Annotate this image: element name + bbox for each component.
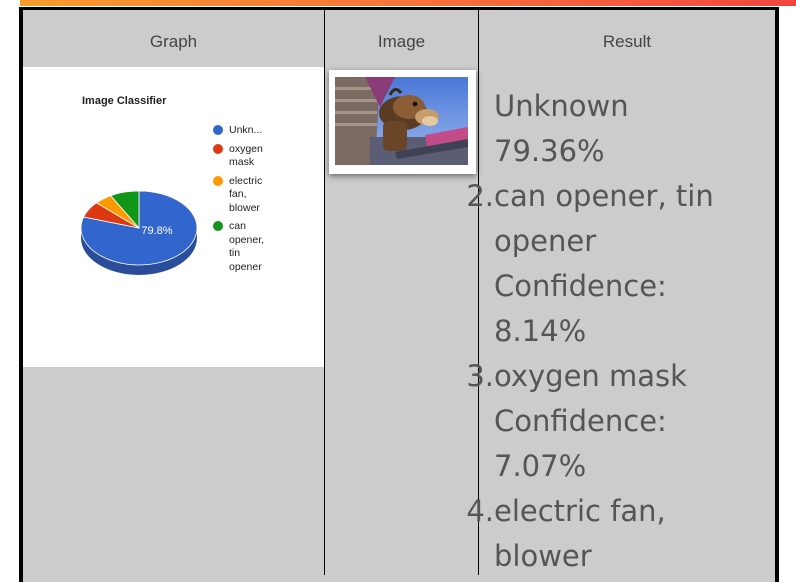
- result-line: electric fan,: [494, 494, 666, 528]
- header-image: Image: [377, 32, 426, 51]
- result-item: 4. electric fan, blower: [454, 489, 774, 579]
- legend-label: Unkn...: [229, 124, 263, 136]
- result-number: 4.: [466, 494, 494, 528]
- legend-item[interactable]: Unkn...: [213, 124, 283, 138]
- result-number: [454, 84, 494, 174]
- result-text: electric fan, blower: [494, 489, 666, 579]
- result-text: Unknown 79.36%: [494, 84, 629, 174]
- result-item: 3. oxygen mask Confidence: 7.07%: [454, 354, 774, 489]
- top-accent-bar: [20, 0, 796, 6]
- result-text: can opener, tin opener Confidence: 8.14%: [494, 174, 714, 354]
- legend-label: electric fan, blower: [229, 174, 263, 214]
- results-list: Unknown 79.36% 2. can opener, tin opener Conf…: [454, 84, 774, 579]
- result-line: can opener, tin: [494, 179, 714, 213]
- result-line: oxygen mask: [494, 359, 687, 393]
- result-line: Unknown: [494, 89, 629, 123]
- result-number: 3.: [466, 359, 494, 393]
- camel-photo-thumbnail: [335, 77, 468, 165]
- result-line: blower: [494, 539, 592, 573]
- result-line: 7.07%: [494, 449, 587, 483]
- result-line: 79.36%: [494, 134, 605, 168]
- legend-item[interactable]: electric fan, blower: [213, 175, 283, 216]
- legend-item[interactable]: oxygen mask: [213, 143, 283, 170]
- legend-swatch: [213, 221, 223, 231]
- result-line: Confidence:: [494, 269, 667, 303]
- header-result: Result: [602, 32, 652, 51]
- result-text: oxygen mask Confidence: 7.07%: [494, 354, 687, 489]
- header-graph: Graph: [149, 32, 198, 51]
- pie-chart-card: Image Classifier 79.8% Unkn... oxygen mas…: [23, 67, 324, 367]
- result-line: 8.14%: [494, 314, 587, 348]
- result-item: Unknown 79.36%: [454, 84, 774, 174]
- column-divider-1: [324, 10, 325, 575]
- result-number: 2.: [466, 179, 494, 213]
- pie-data-label: 79.8%: [141, 225, 172, 237]
- chart-legend: Unkn... oxygen mask electric fan, blower ca…: [213, 124, 283, 279]
- legend-swatch: [213, 175, 223, 186]
- legend-label: can opener, tin opener: [229, 220, 265, 273]
- legend-item[interactable]: can opener, tin opener: [213, 220, 283, 274]
- legend-label: oxygen mask: [229, 142, 263, 169]
- result-line: opener: [494, 224, 597, 258]
- result-line: Confidence:: [494, 404, 667, 438]
- legend-swatch: [213, 143, 223, 154]
- legend-swatch: [213, 125, 223, 135]
- result-item: 2. can opener, tin opener Confidence: 8.14%: [454, 174, 774, 354]
